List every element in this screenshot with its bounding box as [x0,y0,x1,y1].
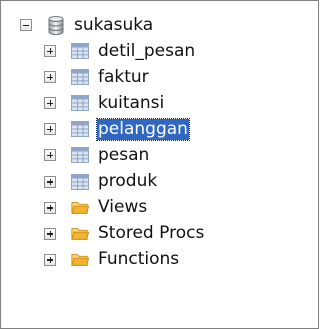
expand-icon[interactable] [44,45,56,57]
expand-icon[interactable] [44,71,56,84]
tree-node-pelanggan[interactable]: pelanggan [44,116,190,142]
table-icon [71,94,89,112]
tree-node-sukasuka[interactable]: sukasuka [20,12,154,38]
expand-icon[interactable] [44,253,56,266]
database-icon [47,15,65,35]
tree-node-label[interactable]: kuitansi [97,93,165,114]
tree-node-pesan[interactable]: pesan [44,142,150,168]
table-icon [71,173,89,191]
tree-node-label[interactable]: pesan [97,145,150,166]
folder-icon [71,251,89,269]
tree-node-label[interactable]: faktur [97,67,150,88]
tree-node-views[interactable]: Views [44,195,148,221]
tree-node-label[interactable]: pelanggan [96,117,190,141]
tree-node-produk[interactable]: produk [44,169,158,195]
tree-node-label[interactable]: Views [97,197,148,218]
object-explorer-tree: sukasuka detil_pesanfaktur kuitansi pelang… [0,0,319,329]
tree-node-label[interactable]: Functions [97,249,180,270]
tree-node-label[interactable]: produk [97,171,158,192]
expand-icon[interactable] [44,123,56,136]
table-icon [71,146,89,164]
table-icon [71,42,89,60]
table-icon [71,68,89,86]
tree-node-label[interactable]: detil_pesan [97,41,196,62]
folder-icon [71,225,89,243]
tree-node-stored-procs[interactable]: Stored Procs [44,221,205,247]
collapse-icon[interactable] [20,19,32,31]
tree-node-label[interactable]: Stored Procs [97,223,205,244]
tree-node-kuitansi[interactable]: kuitansi [44,90,165,116]
table-icon [71,120,89,138]
tree-node-faktur[interactable]: faktur [44,64,150,90]
folder-icon [71,199,89,217]
tree-node-functions[interactable]: Functions [44,247,180,273]
expand-icon[interactable] [44,97,56,110]
tree-node-label[interactable]: sukasuka [73,15,154,36]
expand-icon[interactable] [44,201,56,214]
expand-icon[interactable] [44,175,56,188]
expand-icon[interactable] [44,227,56,240]
tree-node-detil-pesan[interactable]: detil_pesan [44,38,196,64]
expand-icon[interactable] [44,149,56,162]
